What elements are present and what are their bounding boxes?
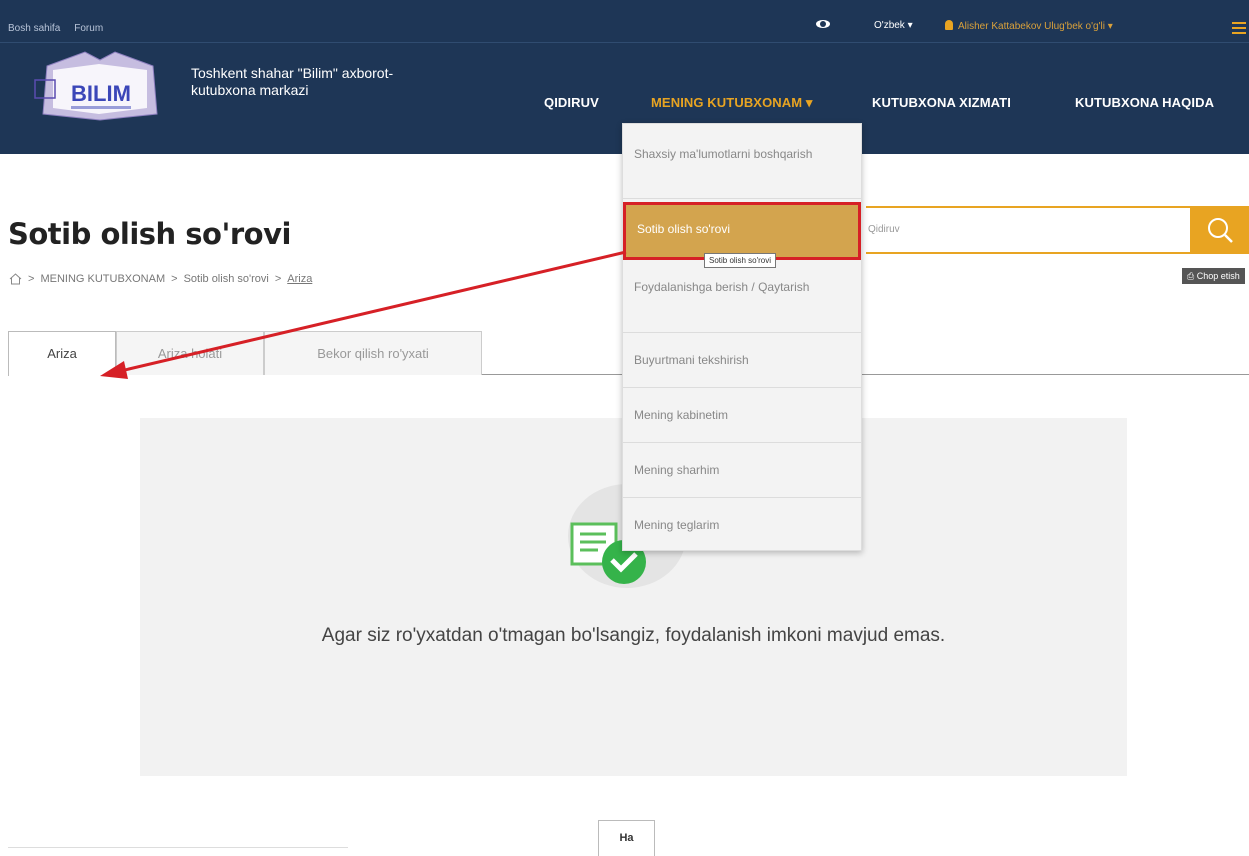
bilim-logo[interactable]: BILIM: [27, 50, 174, 124]
print-label: Chop etish: [1196, 271, 1240, 281]
nav-qidiruv[interactable]: QIDIRUV: [544, 95, 599, 110]
menu-item-sotib-olish[interactable]: Sotib olish so'rovi: [623, 202, 861, 260]
breadcrumb-separator: >: [171, 273, 178, 285]
tab-bekor-qilish[interactable]: Bekor qilish ro'yxati: [264, 331, 482, 375]
top-bar: Bosh sahifa Forum O'zbek ▾ Alisher Katta…: [0, 0, 1249, 42]
page-title: Sotib olish so'rovi: [8, 217, 291, 251]
breadcrumb-separator: >: [274, 273, 282, 285]
menu-item-shaxsiy[interactable]: Shaxsiy ma'lumotlarni boshqarish: [623, 124, 861, 199]
menu-item-kabinet[interactable]: Mening kabinetim: [623, 388, 861, 443]
user-icon: [945, 20, 953, 30]
breadcrumb-item[interactable]: MENING KUTUBXONAM: [40, 273, 165, 285]
breadcrumb-item[interactable]: Sotib olish so'rovi: [184, 273, 269, 285]
hamburger-menu-icon[interactable]: [1232, 22, 1246, 34]
search-input[interactable]: Qidiruv: [866, 206, 1192, 254]
home-link[interactable]: Bosh sahifa: [8, 23, 60, 34]
breadcrumb: > MENING KUTUBXONAM > Sotib olish so'rov…: [9, 273, 312, 285]
nav-mening-kutubxonam[interactable]: MENING KUTUBXONAM ▾: [651, 95, 813, 111]
print-icon: ⎙: [1187, 271, 1197, 281]
logo-text: BILIM: [71, 81, 131, 106]
user-name: Alisher Kattabekov Ulug'bek o'g'li ▾: [958, 21, 1113, 32]
language-selector[interactable]: O'zbek ▾: [874, 20, 913, 31]
menu-item-teglar[interactable]: Mening teglarim: [623, 498, 861, 551]
search-icon: [1208, 218, 1233, 243]
confirm-button[interactable]: Ha: [598, 820, 655, 856]
home-icon[interactable]: [9, 273, 22, 285]
tooltip: Sotib olish so'rovi: [704, 253, 776, 268]
eye-icon[interactable]: [816, 20, 830, 28]
info-message: Agar siz ro'yxatdan o'tmagan bo'lsangiz,…: [321, 625, 946, 646]
menu-item-sharh[interactable]: Mening sharhim: [623, 443, 861, 498]
search-button[interactable]: [1192, 206, 1249, 254]
divider: [8, 847, 348, 848]
search-placeholder: Qidiruv: [868, 224, 900, 235]
breadcrumb-separator: >: [28, 273, 35, 285]
tab-ariza-holati[interactable]: Ariza holati: [116, 331, 264, 375]
nav-kutubxona-xizmati[interactable]: KUTUBXONA XIZMATI: [872, 95, 1011, 110]
tab-ariza[interactable]: Ariza: [8, 331, 116, 376]
breadcrumb-item[interactable]: Ariza: [287, 273, 312, 285]
print-button[interactable]: ⎙ Chop etish: [1182, 268, 1245, 284]
menu-item-buyurtmani-tekshirish[interactable]: Buyurtmani tekshirish: [623, 333, 861, 388]
forum-link[interactable]: Forum: [74, 23, 103, 34]
user-menu[interactable]: Alisher Kattabekov Ulug'bek o'g'li ▾: [945, 20, 1113, 32]
mening-kutubxonam-dropdown: Shaxsiy ma'lumotlarni boshqarish Sotib o…: [622, 123, 862, 551]
menu-item-foydalanishga-berish[interactable]: Foydalanishga berish / Qaytarish: [623, 260, 861, 333]
site-title: Toshkent shahar "Bilim" axborot-kutubxon…: [191, 65, 394, 98]
nav-kutubxona-haqida[interactable]: KUTUBXONA HAQIDA: [1075, 95, 1214, 110]
